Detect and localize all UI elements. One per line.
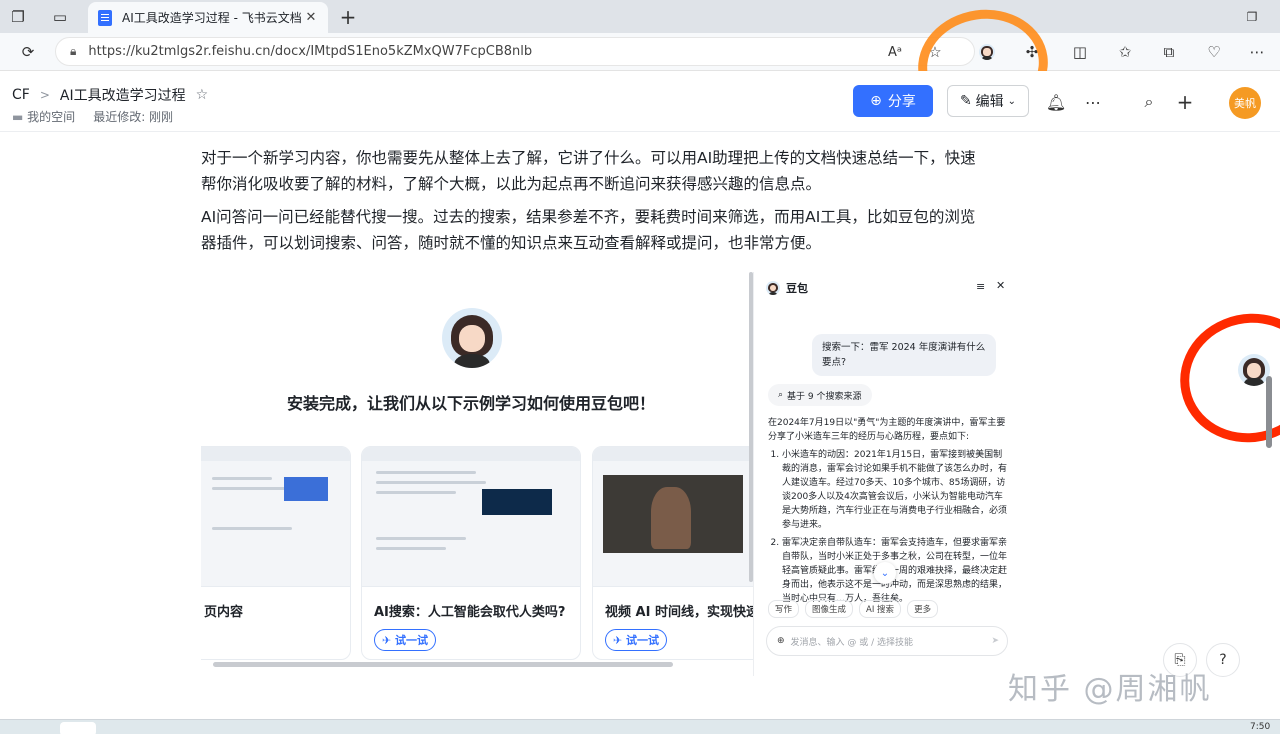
lock-icon[interactable]: 🔒︎	[70, 44, 76, 59]
try-it-button[interactable]: ✈ 试一试	[605, 629, 667, 651]
user-avatar[interactable]: 美帆	[1229, 87, 1261, 119]
card-title: 视频 AI 时间线，实现快速	[605, 605, 759, 620]
more-icon[interactable]: ⋯	[1246, 41, 1268, 63]
star-icon[interactable]: ☆	[196, 87, 209, 103]
globe-icon: ⊕	[870, 93, 882, 109]
scroll-down-icon[interactable]: ⌄	[874, 562, 896, 584]
card-title: AI搜索：人工智能会取代人类吗?	[374, 605, 566, 620]
add-icon[interactable]: +	[1175, 90, 1195, 114]
try-it-button[interactable]: ✈ 试一试	[374, 629, 436, 651]
doubao-message-input[interactable]: ⊕ 发消息、输入 @ 或 / 选择技能 ➤	[766, 626, 1008, 656]
folder-icon: ▬	[12, 110, 24, 124]
watermark: 知乎 @周湘帆	[1008, 672, 1212, 707]
more-options-icon[interactable]: ⋯	[1083, 92, 1103, 112]
image-gen-tool[interactable]: 图像生成	[805, 600, 854, 618]
browser-tab-active[interactable]: AI工具改造学习过程 - 飞书云文档 ✕	[88, 2, 328, 33]
doc-title[interactable]: AI工具改造学习过程	[60, 85, 186, 105]
clock: 7:50	[1250, 722, 1271, 732]
search-icon[interactable]: ⌕	[1139, 92, 1159, 112]
breadcrumb: CF > AI工具改造学习过程 ☆	[12, 85, 208, 105]
restore-window-icon[interactable]: ❐	[1242, 7, 1262, 27]
card-title: 页内容	[204, 605, 244, 620]
doubao-toolbar: 写作 图像生成 AI 搜索 更多	[768, 600, 939, 618]
space-link[interactable]: ▬ 我的空间	[12, 108, 75, 125]
edit-mode-button[interactable]: ✎ 编辑 ⌄	[947, 85, 1029, 117]
add-icon[interactable]: ⊕	[777, 636, 785, 646]
example-card-2[interactable]: AI搜索：人工智能会取代人类吗? ✈ 试一试	[361, 446, 581, 660]
search-sources-chip[interactable]: ⌕ 基于 9 个搜索来源	[768, 384, 872, 406]
paragraph-2: AI问答问一问已经能替代搜一搜。过去的搜索，结果参差不齐，要耗费时间来筛选，而用…	[201, 208, 976, 252]
horizontal-scrollbar[interactable]	[213, 662, 673, 667]
page-scrollbar-thumb[interactable]	[1266, 376, 1272, 448]
doubao-sidebar: 豆包 ≡ ✕ 搜索一下：雷军 2024 年度演讲有什么要点? ⌕ 基于 9 个搜…	[753, 272, 1019, 676]
performance-icon[interactable]: ♡	[1203, 41, 1225, 63]
welcome-heading: 安装完成，让我们从以下示例学习如何使用豆包吧！	[286, 394, 655, 413]
doc-header: CF > AI工具改造学习过程 ☆ ▬ 我的空间 最近修改: 刚刚 ⊕ 分享 ✎…	[0, 71, 1280, 132]
menu-icon[interactable]: ≡	[976, 280, 985, 293]
tab-actions-icon[interactable]: ❐	[8, 7, 28, 27]
doubao-welcome-page: 安装完成，让我们从以下示例学习如何使用豆包吧！ 页内容 AI搜索：人工智能会取代…	[201, 272, 812, 676]
example-card-1[interactable]: 页内容	[201, 446, 351, 660]
close-icon[interactable]: ✕	[996, 279, 1005, 292]
tab-close-icon[interactable]: ✕	[302, 10, 320, 25]
collections-icon[interactable]: ⧉	[1158, 41, 1180, 63]
ai-search-tool[interactable]: AI 搜索	[859, 600, 902, 618]
search-icon: ⌕	[778, 390, 784, 400]
card-preview-image	[362, 447, 580, 587]
url-text[interactable]: https://ku2tmlgs2r.feishu.cn/docx/IMtpdS…	[88, 44, 532, 59]
write-tool[interactable]: 写作	[768, 600, 800, 618]
doc-meta: ▬ 我的空间 最近修改: 刚刚	[12, 108, 173, 125]
tab-title: AI工具改造学习过程 - 飞书云文档	[122, 11, 302, 25]
notification-bell-icon[interactable]: 🔔︎	[1046, 92, 1066, 112]
doubao-avatar-icon	[766, 281, 780, 295]
address-bar[interactable]: 🔒︎ https://ku2tmlgs2r.feishu.cn/docx/IMt…	[55, 37, 975, 66]
browser-tab-bar: ❐ ▭ AI工具改造学习过程 - 飞书云文档 ✕ + ❐	[0, 0, 1280, 33]
read-aloud-icon[interactable]: Aᵃ	[884, 41, 906, 63]
more-tool[interactable]: 更多	[907, 600, 939, 618]
send-icon[interactable]: ➤	[991, 636, 999, 646]
doubao-header: 豆包	[766, 280, 808, 296]
last-modified: 最近修改: 刚刚	[93, 110, 174, 124]
split-screen-icon[interactable]: ◫	[1069, 41, 1091, 63]
feishu-doc-icon	[98, 9, 112, 26]
new-tab-button[interactable]: +	[338, 5, 358, 29]
chevron-down-icon: ⌄	[1007, 95, 1017, 107]
pencil-icon: ✎	[959, 93, 972, 109]
favorites-icon[interactable]: ✩	[1114, 41, 1136, 63]
share-button[interactable]: ⊕ 分享	[853, 85, 933, 117]
answer-point: 小米造车的动因：2021年1月15日，雷军接到被美国制裁的消息，雷军会讨论如果手…	[782, 448, 1008, 532]
card-preview-image	[201, 447, 350, 587]
tab-groups-icon[interactable]: ▭	[50, 7, 70, 27]
user-question-bubble: 搜索一下：雷军 2024 年度演讲有什么要点?	[812, 334, 996, 376]
chevron-right-icon: >	[39, 88, 50, 102]
taskbar	[0, 719, 1280, 736]
paragraph-1: 对于一个新学习内容，你也需要先从整体上去了解，它讲了什么。可以用AI助理把上传的…	[201, 149, 976, 193]
breadcrumb-root[interactable]: CF	[12, 87, 30, 103]
doubao-avatar-icon	[442, 308, 502, 368]
refresh-icon[interactable]: ⟳	[17, 41, 39, 63]
embedded-screenshot[interactable]: 安装完成，让我们从以下示例学习如何使用豆包吧！ 页内容 AI搜索：人工智能会取代…	[201, 272, 1019, 676]
